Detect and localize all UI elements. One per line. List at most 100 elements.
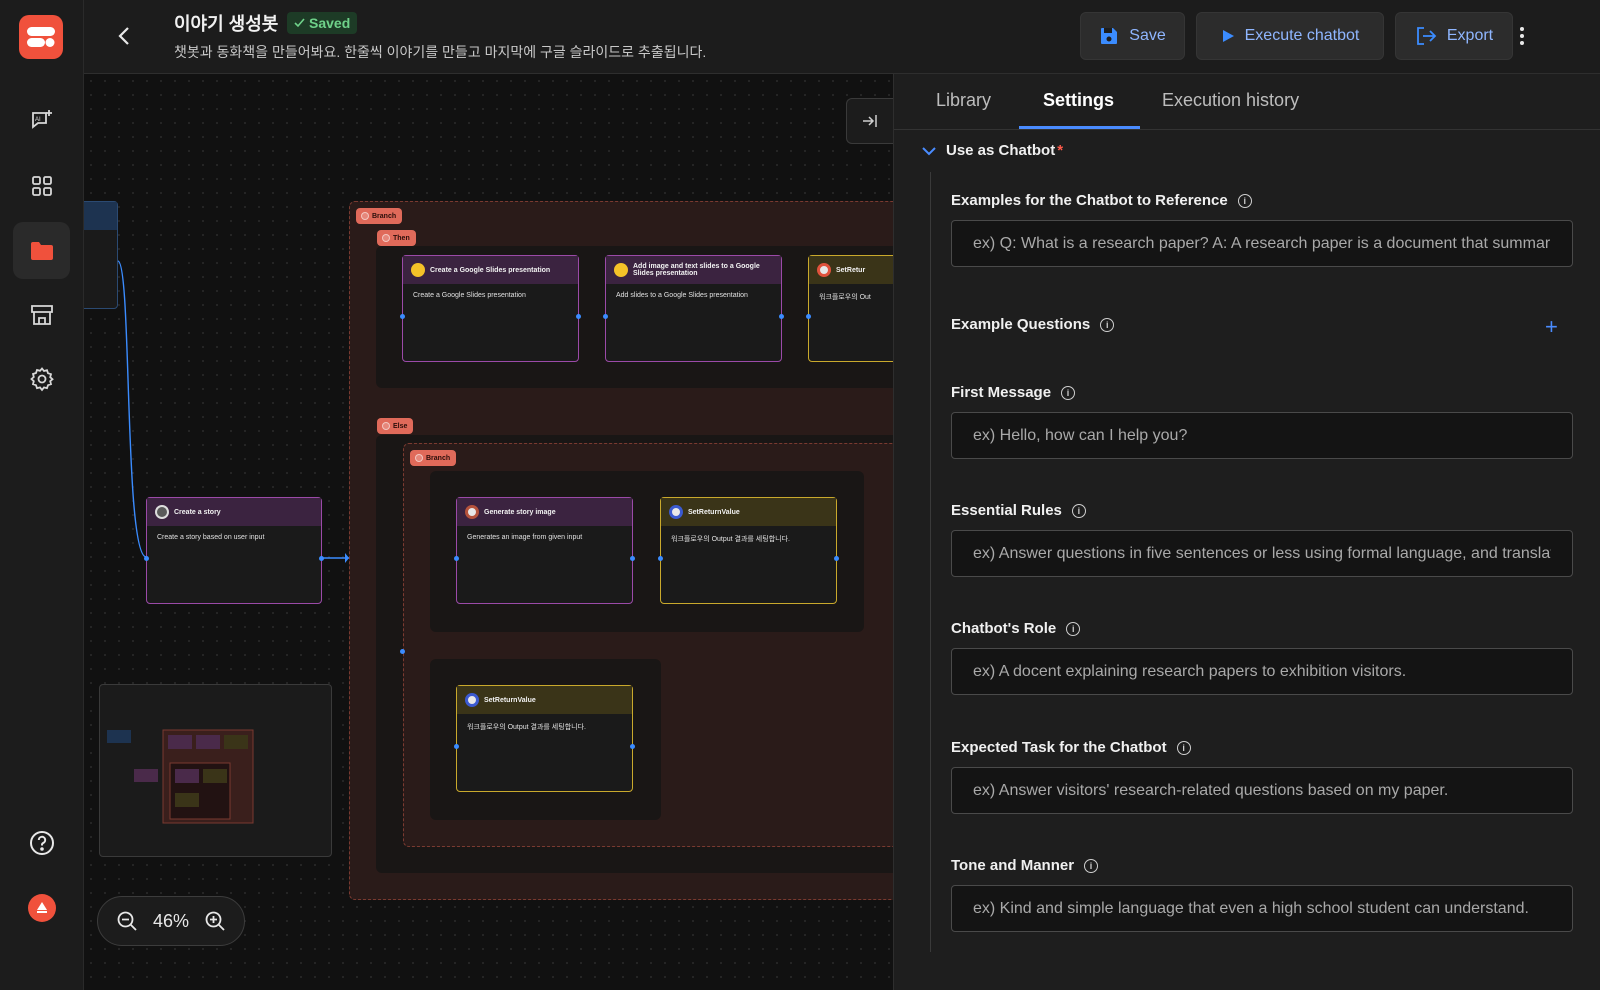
saved-label: Saved: [309, 15, 351, 31]
tab-library[interactable]: Library: [936, 90, 991, 111]
return-value-icon: [817, 263, 831, 277]
node-add-slides[interactable]: Add image and text slides to a Google Sl…: [603, 255, 784, 362]
chevron-down-icon: [922, 146, 936, 155]
return-value-icon: [465, 693, 479, 707]
node-title: Add image and text slides to a Google Sl…: [633, 263, 760, 277]
essential-rules-label: Essential Rules i: [951, 502, 1086, 519]
tone-label: Tone and Manner i: [951, 857, 1099, 874]
ai-chat-icon: AI: [31, 109, 52, 129]
output-port[interactable]: [630, 744, 635, 749]
sidebar-item-apps[interactable]: [13, 157, 70, 214]
zoom-out-icon[interactable]: [116, 910, 138, 932]
node-create-story[interactable]: Create a story Create a story based on u…: [144, 497, 324, 604]
floppy-disk-icon: [1101, 28, 1118, 44]
active-tab-indicator: [1019, 126, 1140, 129]
examples-label: Examples for the Chatbot to Reference i: [951, 192, 1252, 209]
section-title: Use as Chatbot: [946, 142, 1056, 159]
add-question-button[interactable]: +: [1545, 314, 1558, 340]
store-icon: [30, 304, 53, 325]
save-button[interactable]: Save: [1080, 12, 1185, 60]
info-icon[interactable]: i: [1176, 740, 1191, 755]
node-title: Create a Google Slides presentation: [430, 266, 551, 274]
minimap[interactable]: [99, 684, 332, 857]
tab-execution-history[interactable]: Execution history: [1162, 90, 1299, 111]
export-button[interactable]: Export: [1395, 12, 1513, 60]
story-node-icon: [155, 505, 169, 519]
export-icon: [1416, 27, 1437, 45]
output-port[interactable]: [576, 314, 581, 319]
zoom-controls: 46%: [97, 896, 245, 946]
tone-field[interactable]: [951, 885, 1573, 932]
chevron-left-icon: [118, 27, 129, 45]
output-port[interactable]: [630, 556, 635, 561]
node-description: Create a Google Slides presentation: [413, 292, 526, 299]
node-title: SetReturnValue: [484, 696, 536, 704]
input-port[interactable]: [454, 556, 459, 561]
tab-settings[interactable]: Settings: [1043, 90, 1114, 111]
google-slides-icon: [614, 263, 628, 277]
sidebar-item-ai-chat[interactable]: AI: [13, 92, 70, 149]
sidebar-item-store[interactable]: [13, 286, 70, 343]
branch-tag: Branch: [410, 450, 457, 466]
sidebar-item-profile[interactable]: [13, 879, 70, 936]
input-port[interactable]: [603, 314, 608, 319]
top-header: 이야기 생성봇 Saved 챗봇과 동화책을 만들어봐요. 한줄씩 이야기를 만…: [84, 0, 1600, 74]
sidebar-item-settings[interactable]: [13, 350, 70, 407]
folder-icon: [30, 241, 53, 260]
return-value-icon: [669, 505, 683, 519]
examples-field[interactable]: [951, 220, 1573, 267]
node-description: Add slides to a Google Slides presentati…: [616, 292, 748, 299]
input-port[interactable]: [658, 556, 663, 561]
required-mark: *: [1057, 142, 1064, 159]
input-port[interactable]: [806, 314, 811, 319]
node-title: Generate story image: [484, 508, 556, 516]
panel-tabs: Library Settings Execution history: [894, 74, 1600, 130]
input-port[interactable]: [400, 314, 405, 319]
app-logo[interactable]: [19, 15, 63, 59]
node-create-slides[interactable]: Create a Google Slides presentation Crea…: [400, 255, 581, 362]
info-icon[interactable]: i: [1100, 317, 1115, 332]
essential-rules-field[interactable]: [951, 530, 1573, 577]
input-port[interactable]: [144, 556, 149, 561]
info-icon[interactable]: i: [1061, 385, 1076, 400]
chatbot-role-field[interactable]: [951, 648, 1573, 695]
play-icon: [1222, 30, 1234, 42]
back-button[interactable]: [108, 20, 140, 52]
else-tag: Else: [377, 418, 414, 434]
sidebar-item-help[interactable]: [13, 814, 70, 871]
output-port[interactable]: [319, 556, 324, 561]
save-label: Save: [1129, 27, 1166, 44]
output-port[interactable]: [834, 556, 839, 561]
minimap-preview: [107, 729, 254, 824]
branch-input-port[interactable]: [400, 649, 405, 654]
info-icon[interactable]: i: [1237, 193, 1252, 208]
first-message-field[interactable]: [951, 412, 1573, 459]
node-description: Generates an image from given input: [467, 534, 583, 541]
output-port[interactable]: [779, 314, 784, 319]
node-description: 워크플로우의 Output 결과를 세팅합니다.: [671, 536, 790, 543]
info-icon[interactable]: i: [1084, 858, 1099, 873]
section-use-as-chatbot[interactable]: Use as Chatbot *: [922, 142, 1063, 159]
node-generate-image[interactable]: Generate story image Generates an image …: [454, 497, 635, 604]
apps-grid-icon: [31, 175, 52, 196]
first-message-label: First Message i: [951, 384, 1076, 401]
collapse-panel-button[interactable]: [846, 98, 893, 144]
sidebar: AI: [0, 0, 84, 990]
page-description: 챗봇과 동화책을 만들어봐요. 한줄씩 이야기를 만들고 마지막에 구글 슬라이…: [174, 44, 707, 60]
check-icon: [294, 18, 305, 28]
node-set-return-mid[interactable]: SetReturnValue 워크플로우의 Output 결과를 세팅합니다.: [658, 497, 839, 604]
workflow-canvas[interactable]: Create a story Create a story based on u…: [84, 74, 893, 990]
node-set-return-top[interactable]: SetRetur 워크플로우의 Out: [806, 255, 893, 362]
more-options-button[interactable]: [1506, 20, 1538, 52]
zoom-in-icon[interactable]: [204, 910, 226, 932]
info-icon[interactable]: i: [1066, 621, 1081, 636]
section-divider: [930, 172, 931, 952]
node-set-return-bottom[interactable]: SetReturnValue 워크플로우의 Output 결과를 세팅합니다.: [454, 685, 635, 792]
branch-tag: Branch: [356, 208, 403, 224]
execute-chatbot-button[interactable]: Execute chatbot: [1196, 12, 1384, 60]
info-icon[interactable]: i: [1071, 503, 1086, 518]
input-port[interactable]: [454, 744, 459, 749]
sidebar-item-folder[interactable]: [13, 222, 70, 279]
expected-task-field[interactable]: [951, 767, 1573, 814]
then-tag: Then: [377, 230, 416, 246]
